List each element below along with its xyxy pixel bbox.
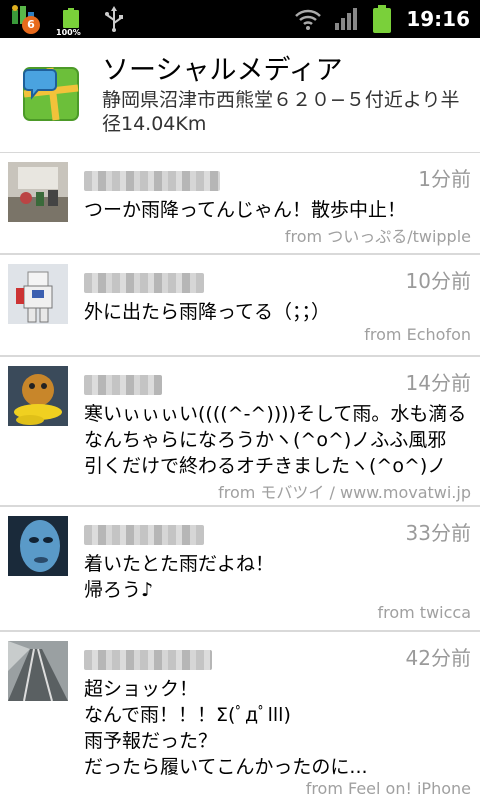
user-name-redacted — [84, 171, 220, 191]
tweet-time: 14分前 — [405, 371, 471, 395]
usb-icon — [102, 6, 126, 32]
avatar[interactable] — [8, 264, 68, 324]
user-name-redacted — [84, 375, 162, 395]
tweet-text: 寒いぃぃぃい((((^-^))))そして雨。水も滴る なんちゃらになろうかヽ(^… — [84, 403, 467, 477]
battery-full-icon: 100% — [56, 8, 81, 37]
tweet-row[interactable]: 14分前 寒いぃぃぃい((((^-^))))そして雨。水も滴る なんちゃらになろ… — [0, 357, 480, 507]
battery-percent-label: 100% — [56, 28, 81, 37]
tweet-time: 42分前 — [405, 646, 471, 670]
signal-icon — [335, 8, 358, 30]
tweet-row[interactable]: 33分前 着いたとた雨だよね！ 帰ろう♪ from twicca — [0, 507, 480, 632]
tweet-time: 10分前 — [405, 269, 471, 293]
tweet-text: 超ショック！ なんで雨！！！Σ(ﾟдﾟlll) 雨予報だった？ だったら履いてこ… — [84, 678, 368, 778]
wifi-icon — [295, 9, 322, 30]
tweet-source: from Feel on! iPhone — [305, 779, 471, 798]
user-name-redacted — [84, 525, 204, 545]
avatar[interactable] — [8, 516, 68, 576]
tweet-source: from Echofon — [364, 325, 471, 344]
map-icon — [22, 64, 80, 122]
tweet-row[interactable]: 10分前 外に出たら雨降ってる（；；） from Echofon — [0, 255, 480, 357]
tweet-text: 外に出たら雨降ってる（；；） — [84, 301, 331, 323]
tweet-text: つーか雨降ってんじゃん！散歩中止！ — [84, 199, 407, 221]
tweet-time: 33分前 — [405, 521, 471, 545]
header: ソーシャルメディア 静岡県沼津市西熊堂６２０−５付近より半径14.04Km — [0, 38, 480, 153]
battery-icon — [373, 5, 392, 33]
clock: 19:16 — [406, 7, 470, 31]
tweet-time: 1分前 — [418, 167, 471, 191]
tweet-list: 1分前 つーか雨降ってんじゃん！散歩中止！ from ついっぷる/twipple… — [0, 153, 480, 802]
tweet-text: 着いたとた雨だよね！ 帰ろう♪ — [84, 553, 275, 601]
status-bar: 6 100% 19:16 — [0, 0, 480, 38]
user-name-redacted — [84, 650, 212, 670]
tweet-row[interactable]: 1分前 つーか雨降ってんじゃん！散歩中止！ from ついっぷる/twipple — [0, 153, 480, 255]
location-subtitle: 静岡県沼津市西熊堂６２０−５付近より半径14.04Km — [102, 89, 460, 135]
status-bar-right: 19:16 — [294, 4, 470, 34]
tweet-source: from モバツイ / www.movatwi.jp — [218, 483, 471, 502]
user-name-redacted — [84, 273, 204, 293]
app-notification-icon[interactable]: 6 — [10, 4, 40, 34]
avatar[interactable] — [8, 162, 68, 222]
page-title: ソーシャルメディア — [102, 55, 343, 86]
status-bar-left: 6 100% — [10, 4, 126, 37]
avatar[interactable] — [8, 366, 68, 426]
avatar[interactable] — [8, 641, 68, 702]
tweet-row[interactable]: 42分前 超ショック！ なんで雨！！！Σ(ﾟдﾟlll) 雨予報だった？ だった… — [0, 632, 480, 802]
tweet-source: from ついっぷる/twipple — [284, 227, 471, 246]
notification-count-badge: 6 — [22, 16, 40, 34]
tweet-source: from twicca — [377, 603, 471, 622]
